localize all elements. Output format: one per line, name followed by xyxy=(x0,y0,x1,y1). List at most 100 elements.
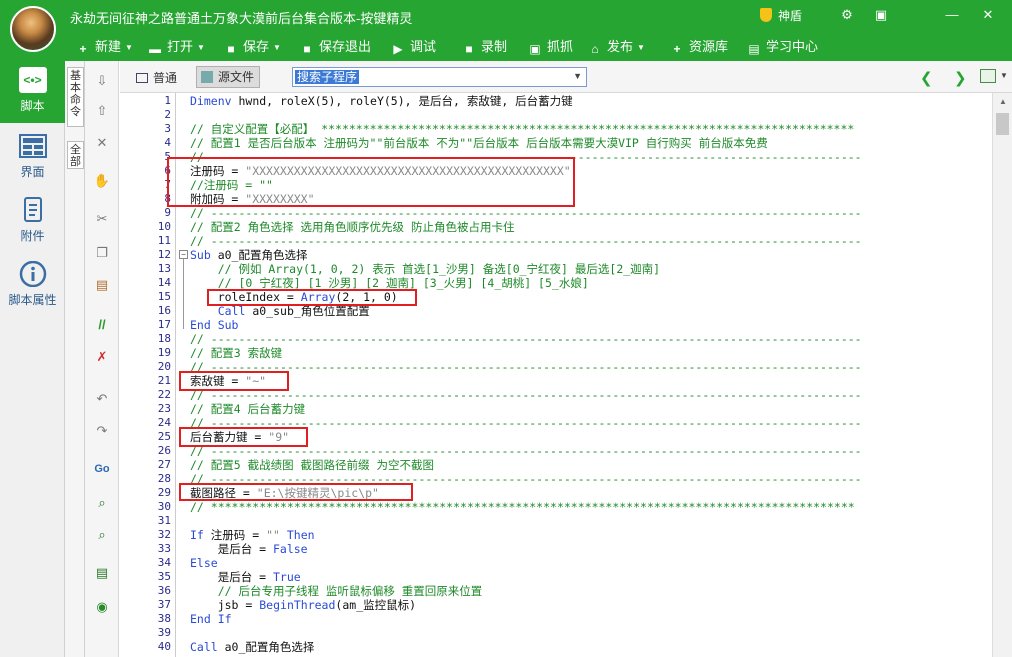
chevron-down-icon[interactable]: ▼ xyxy=(1000,71,1008,80)
line-number: 20 xyxy=(157,360,171,373)
learn-center-button[interactable]: ▤ 学习中心 xyxy=(747,38,818,56)
chevron-down-icon[interactable]: ▼ xyxy=(125,43,133,52)
vertical-scrollbar[interactable]: ▲ xyxy=(992,93,1012,657)
line-number: 29 xyxy=(157,486,171,499)
shield-label: 神盾 xyxy=(778,9,803,23)
find-icon[interactable]: ⌕ xyxy=(93,495,111,511)
chevron-down-icon: ▼ xyxy=(573,71,582,81)
folder-icon: ▬ xyxy=(149,42,161,56)
shield-badge[interactable]: 神盾 xyxy=(760,7,802,24)
code-line[interactable]: 是后台 = True xyxy=(190,570,301,584)
line-number: 15 xyxy=(157,290,171,303)
code-line[interactable]: 是后台 = False xyxy=(190,542,308,556)
code-line[interactable]: // 自定义配置【必配】 ***************************… xyxy=(190,122,854,136)
record-button[interactable]: ■ 录制 xyxy=(462,38,507,56)
back-arrow-icon[interactable]: ❮ xyxy=(920,69,933,87)
settings-button[interactable]: ⚙ xyxy=(835,4,859,26)
user-avatar[interactable] xyxy=(10,6,56,52)
line-number: 31 xyxy=(157,514,171,527)
code-line[interactable]: If 注册码 = "" Then xyxy=(190,528,315,542)
resource-button[interactable]: + 资源库 xyxy=(670,38,728,56)
undo-icon[interactable]: ↶ xyxy=(93,391,111,407)
code-line[interactable]: // -------------------------------------… xyxy=(190,206,862,220)
cut-icon[interactable]: ✂ xyxy=(93,211,111,227)
code-token: True xyxy=(272,570,301,584)
code-line[interactable]: // 后台专用子线程 监听鼠标偏移 重置回原来位置 xyxy=(190,584,483,598)
code-line[interactable]: // -------------------------------------… xyxy=(190,360,862,374)
plus-icon: + xyxy=(79,42,87,56)
tab-source[interactable]: 源文件 xyxy=(196,66,260,88)
chevron-down-icon[interactable]: ▼ xyxy=(197,43,205,52)
code-line[interactable]: Else xyxy=(190,556,218,570)
view-layout-icon[interactable] xyxy=(980,69,996,83)
goto-icon[interactable]: Go xyxy=(93,461,111,477)
open-button[interactable]: ▬ 打开 ▼ xyxy=(148,38,205,56)
title-bar: 永劫无间征神之路普通土万象大漠前后台集合版本-按键精灵 神盾 ⚙ ▣ — ✕ xyxy=(0,0,1012,32)
normal-view-icon xyxy=(136,73,148,83)
nav-item-attachment[interactable]: 附件 xyxy=(0,197,65,244)
code-line[interactable]: // -------------------------------------… xyxy=(190,234,862,248)
line-number: 12 xyxy=(157,248,171,261)
chevron-down-icon[interactable]: ▼ xyxy=(637,43,645,52)
move-down-icon[interactable]: ⇩ xyxy=(93,73,111,89)
publish-button[interactable]: ⌂ 发布 ▼ xyxy=(588,38,645,56)
code-line[interactable]: Call a0_配置角色选择 xyxy=(190,640,314,654)
code-line[interactable]: Dimenv hwnd, roleX(5), roleY(5), 是后台, 索敌… xyxy=(190,94,573,108)
copy-icon[interactable]: ❐ xyxy=(93,245,111,261)
fold-toggle-icon[interactable]: − xyxy=(179,250,188,259)
code-token: // 配置4 后台蓄力键 xyxy=(190,402,306,416)
nav-item-script[interactable]: <•> 脚本 xyxy=(0,61,65,123)
forward-arrow-icon[interactable]: ❯ xyxy=(954,69,967,87)
scrollbar-thumb[interactable] xyxy=(996,113,1009,135)
record-label: 录制 xyxy=(481,39,508,54)
uncomment-icon[interactable]: ✗ xyxy=(93,349,111,365)
save-exit-button[interactable]: ■ 保存退出 xyxy=(300,38,371,56)
code-line[interactable]: Sub a0_配置角色选择 xyxy=(190,248,307,262)
code-line[interactable]: // 配置4 后台蓄力键 xyxy=(190,402,305,416)
nav-item-layout[interactable]: 界面 xyxy=(0,133,65,180)
scroll-up-icon[interactable]: ▲ xyxy=(999,97,1007,106)
save-button[interactable]: ■ 保存 ▼ xyxy=(224,38,281,56)
code-line[interactable]: // 配置5 截战绩图 截图路径前缀 为空不截图 xyxy=(190,458,434,472)
skin-button[interactable]: ▣ xyxy=(869,4,893,26)
list-icon[interactable]: ▤ xyxy=(93,565,111,581)
code-line[interactable]: Call a0_sub_角色位置配置 xyxy=(190,304,370,318)
code-line[interactable]: End If xyxy=(190,612,232,626)
tab-basic-commands[interactable]: 基本命令 xyxy=(67,67,84,127)
tab-normal[interactable]: 普通 xyxy=(136,69,177,86)
code-token: a0_配置角色选择 xyxy=(217,640,315,654)
nav-item-properties[interactable]: 脚本属性 xyxy=(0,261,65,308)
code-line[interactable]: // [0_宁红夜] [1_沙男] [2_迦南] [3_火男] [4_胡桃] [… xyxy=(190,276,589,290)
nav-label-properties: 脚本属性 xyxy=(8,293,57,307)
code-line[interactable]: // 配置3 索敌键 xyxy=(190,346,282,360)
tab-all-commands[interactable]: 全部 xyxy=(67,141,84,169)
hand-icon[interactable]: ✋ xyxy=(93,173,111,189)
code-token: // 后台专用子线程 监听鼠标偏移 重置回原来位置 xyxy=(190,584,483,598)
eye-icon[interactable]: ◉ xyxy=(93,599,111,615)
code-line[interactable]: // -------------------------------------… xyxy=(190,388,862,402)
new-button[interactable]: + 新建 ▼ xyxy=(76,38,133,56)
minimize-button[interactable]: — xyxy=(940,4,964,26)
capture-button[interactable]: ▣ 抓抓 xyxy=(528,38,573,56)
code-line[interactable]: jsb = BeginThread(am_监控鼠标) xyxy=(190,598,416,612)
comment-icon[interactable]: // xyxy=(93,317,111,333)
code-line[interactable]: // 例如 Array(1, 0, 2) 表示 首选[1_沙男] 备选[0_宁红… xyxy=(190,262,660,276)
code-line[interactable]: // 配置2 角色选择 选用角色顺序优先级 防止角色被占用卡住 xyxy=(190,220,514,234)
replace-icon[interactable]: ⌕ xyxy=(93,527,111,543)
chevron-down-icon[interactable]: ▼ xyxy=(273,43,281,52)
capture-icon: ▣ xyxy=(529,42,541,56)
subroutine-search-select[interactable]: 搜索子程序 ▼ xyxy=(292,67,587,87)
code-line[interactable]: // 配置1 是否后台版本 注册码为""前台版本 不为""后台版本 后台版本需要… xyxy=(190,136,768,150)
code-line[interactable]: // *************************************… xyxy=(190,500,855,514)
code-line[interactable]: End Sub xyxy=(190,318,238,332)
code-line[interactable]: // -------------------------------------… xyxy=(190,332,862,346)
learn-icon: ▤ xyxy=(748,42,760,56)
close-button[interactable]: ✕ xyxy=(976,4,1000,26)
delete-icon[interactable]: ✕ xyxy=(93,135,111,151)
paste-icon[interactable]: ▤ xyxy=(93,277,111,293)
code-editor[interactable]: 1 2 3 4 5 6 7 8 9 10 11 12 13 14 15 16 17 18 19 20 21 22 23 24 2… xyxy=(120,93,992,657)
move-up-icon[interactable]: ⇧ xyxy=(93,103,111,119)
debug-button[interactable]: ▶ 调试 xyxy=(391,38,436,56)
redo-icon[interactable]: ↷ xyxy=(93,423,111,439)
